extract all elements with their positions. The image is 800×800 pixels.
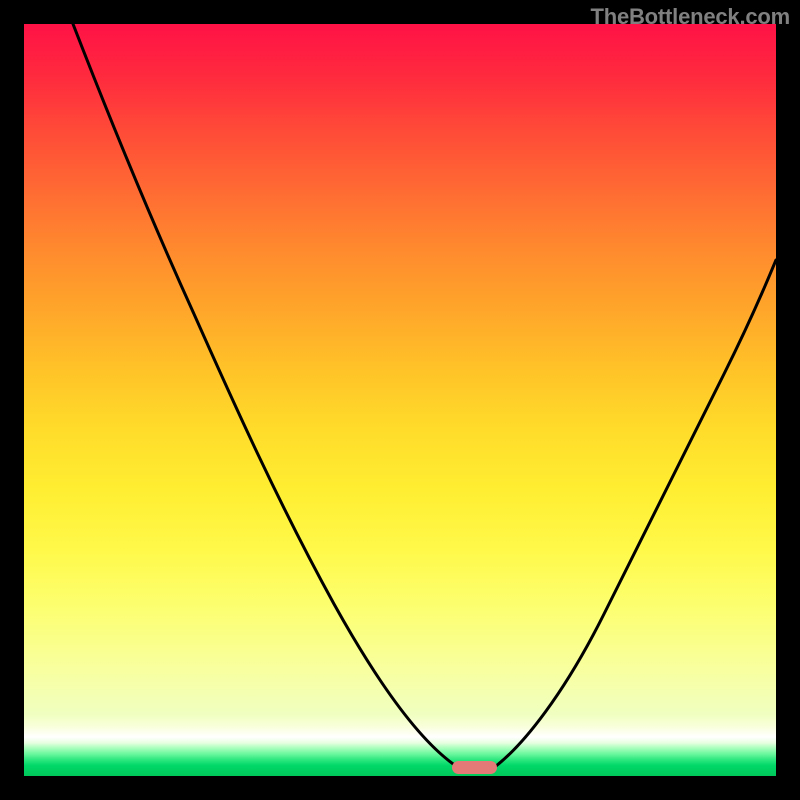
plot-area [24,24,776,776]
watermark-text: TheBottleneck.com [590,4,790,30]
optimal-marker [452,761,497,774]
bottleneck-curve [24,24,776,776]
curve-path [73,24,776,771]
chart-frame: TheBottleneck.com [0,0,800,800]
